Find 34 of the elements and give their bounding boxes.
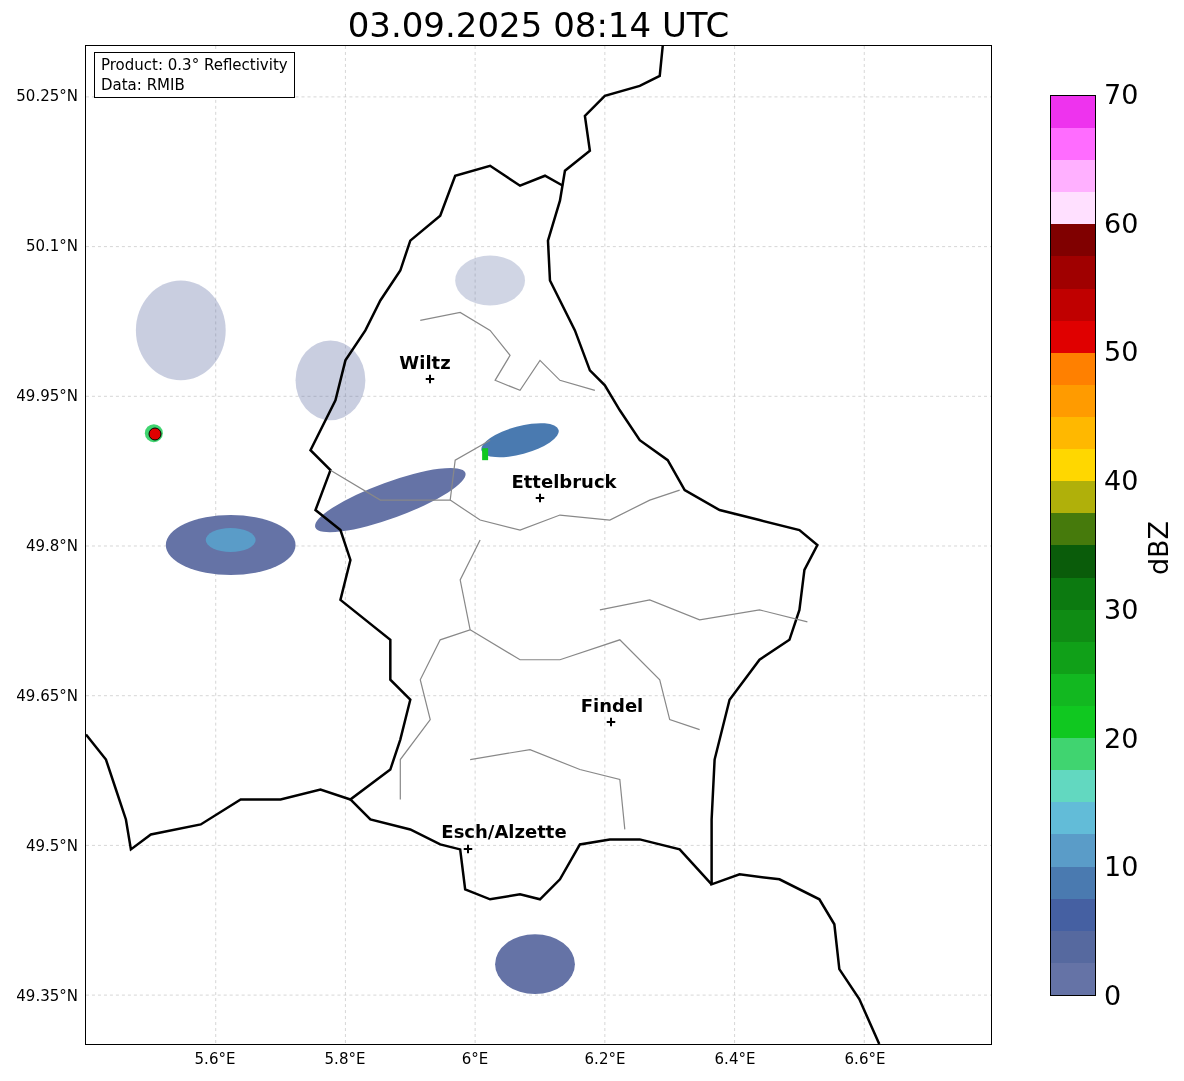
legend-text: Data: RMIB (101, 75, 186, 95)
colorbar-tick-label: 40 (1104, 466, 1139, 497)
x-axis-label: 5.8°E (324, 1050, 366, 1068)
colorbar-tick-label: 20 (1104, 723, 1139, 754)
x-axis-label: 5.6°E (194, 1050, 236, 1068)
y-axis-label: 49.8°N (25, 537, 78, 555)
y-axis-label: 50.25°N (16, 87, 78, 105)
y-axis-label: 50.1°N (25, 237, 78, 255)
city-label: Wiltz (399, 353, 451, 373)
city-label: Esch/Alzette (441, 822, 567, 842)
y-axis-label: 49.5°N (25, 837, 78, 855)
colorbar-tick-label: 70 (1104, 80, 1139, 110)
y-axis-label: 49.95°N (16, 387, 78, 405)
y-axis-label: 49.35°N (16, 987, 78, 1005)
city-marker-icon (425, 374, 435, 384)
city-marker-icon (535, 493, 545, 503)
city-label: Findel (580, 696, 644, 716)
colorbar-axis-label: dBZ (1144, 520, 1174, 576)
city-marker-icon (463, 844, 473, 854)
x-axis-label: 6°E (461, 1050, 489, 1068)
colorbar-tick-label: 10 (1104, 852, 1139, 883)
colorbar-tick-label: 30 (1104, 594, 1139, 625)
radar-site-icon (148, 427, 162, 441)
colorbar-tick-label: 60 (1104, 208, 1139, 239)
city-marker-icon (606, 717, 616, 727)
city-label: Ettelbruck (511, 472, 617, 492)
chart-title: 03.09.2025 08:14 UTC (346, 4, 731, 46)
x-axis-label: 6.2°E (584, 1050, 626, 1068)
legend-text: Product: 0.3° Reflectivity (101, 55, 288, 75)
colorbar-tick-label: 0 (1104, 981, 1122, 1011)
colorbar-tick-label: 50 (1104, 337, 1139, 368)
x-axis-label: 6.4°E (714, 1050, 756, 1068)
y-axis-label: 49.65°N (16, 687, 78, 705)
x-axis-label: 6.6°E (844, 1050, 886, 1068)
